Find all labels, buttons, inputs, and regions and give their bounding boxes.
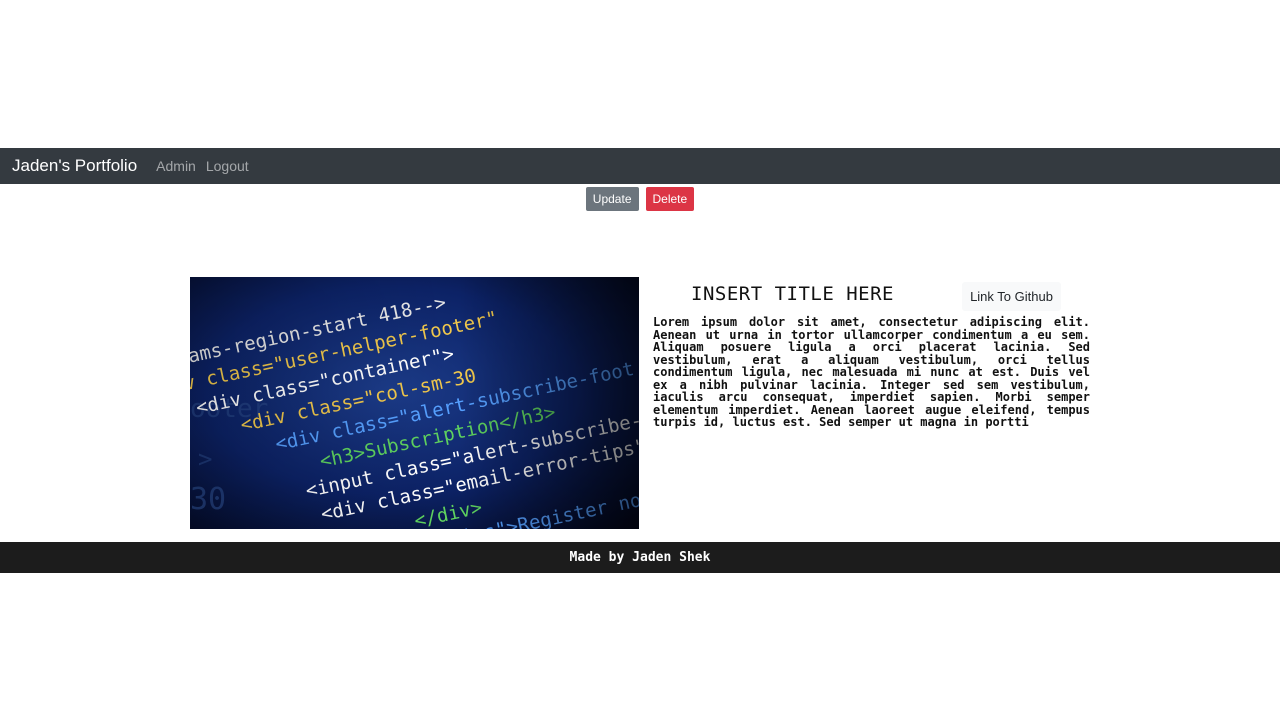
project-description: Lorem ipsum dolor sit amet, consectetur … <box>653 315 1090 429</box>
footer-text: Made by Jaden Shek <box>569 550 711 565</box>
top-navbar: Jaden's Portfolio Admin Logout <box>0 148 1280 184</box>
code-screenshot-image: 30 ooter > --ams-region-start 418-->div … <box>190 277 639 529</box>
nav-link-logout[interactable]: Logout <box>206 158 249 174</box>
project-image: 30 ooter > --ams-region-start 418-->div … <box>190 277 639 529</box>
github-link-button[interactable]: Link To Github <box>962 282 1061 311</box>
project-title: INSERT TITLE HERE <box>691 283 894 305</box>
update-button[interactable]: Update <box>585 187 639 211</box>
brand-link[interactable]: Jaden's Portfolio <box>12 156 137 176</box>
footer: Made by Jaden Shek <box>0 542 1280 573</box>
action-buttons: Update Delete <box>0 187 1280 211</box>
delete-button[interactable]: Delete <box>645 187 695 211</box>
nav-link-admin[interactable]: Admin <box>156 158 196 174</box>
